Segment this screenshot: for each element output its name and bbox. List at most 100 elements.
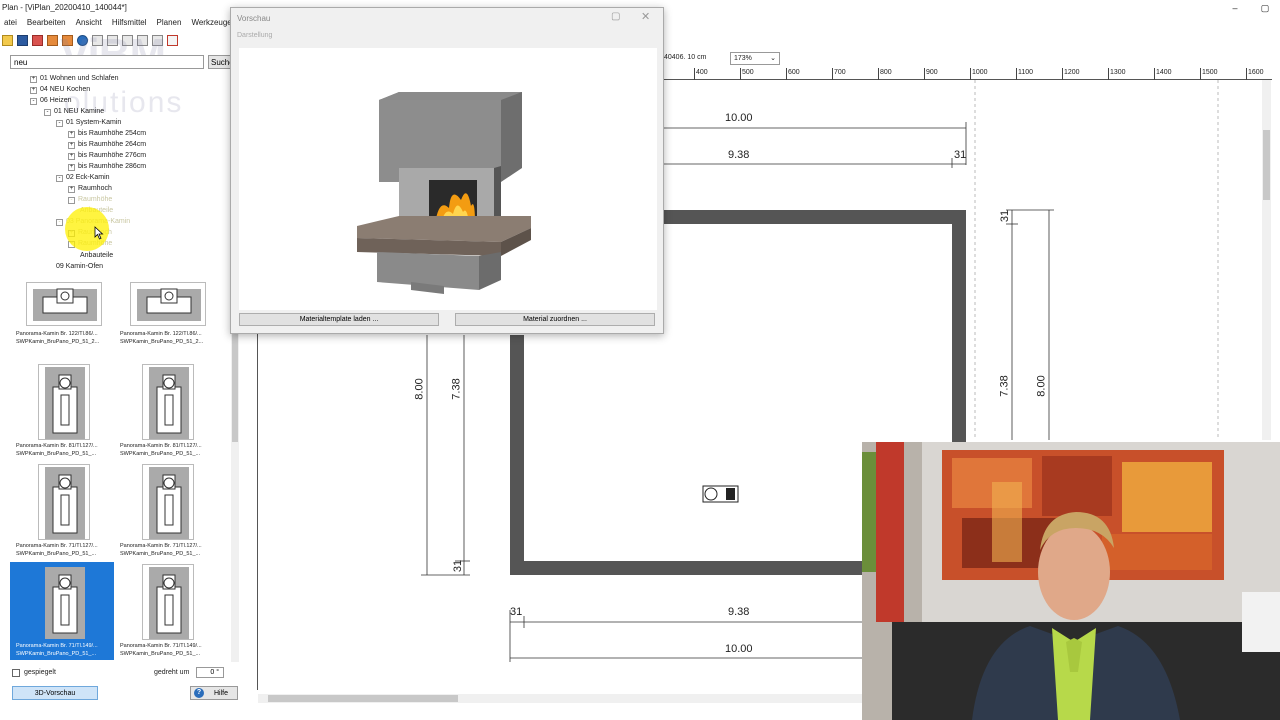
tree-item[interactable]: 09 Kamin-Ofen [56, 262, 103, 272]
webcam-overlay [862, 442, 1280, 720]
ruler-tick [1062, 68, 1063, 80]
ruler-label: 800 [880, 69, 892, 76]
ruler-tick [970, 68, 971, 80]
rotation-input[interactable] [196, 667, 224, 678]
library-item[interactable]: Panorama-Kamin Br. 81/Tl.127/... SWPKamin… [114, 362, 218, 460]
ruler-tick [832, 68, 833, 80]
library-item[interactable]: Panorama-Kamin Br. 71/Tl.127/... SWPKamin… [10, 462, 114, 560]
dim-bottom-outer: 10.00 [725, 643, 753, 655]
tree-item[interactable]: +04 NEU Kochen [30, 85, 90, 95]
dim-top-right: 31 [954, 149, 967, 161]
library-item[interactable]: Panorama-Kamin Br. 122/Tl.86/... SWPKamin… [114, 282, 218, 370]
collapse-icon[interactable]: - [56, 218, 63, 226]
tree-item[interactable]: +Raumhoch [68, 184, 112, 194]
ruler-tick [1016, 68, 1017, 80]
fireplace-thumbnail [38, 464, 90, 540]
maximize-button[interactable]: ▢ [1250, 0, 1280, 16]
scrollbar-thumb[interactable] [268, 695, 458, 702]
expand-icon[interactable]: + [30, 75, 37, 83]
tree-item[interactable]: Anbauteile [80, 251, 113, 261]
menu-view[interactable]: Ansicht [72, 16, 108, 30]
tree-item[interactable]: -02 Eck-Kamin [56, 173, 110, 183]
load-material-template-button[interactable]: Materialtemplate laden ... [239, 313, 439, 326]
ruler-tick [786, 68, 787, 80]
vertical-scrollbar[interactable] [1262, 80, 1271, 440]
horizontal-scrollbar[interactable] [258, 694, 862, 703]
search-input[interactable] [10, 55, 204, 69]
undo-icon[interactable] [47, 34, 58, 46]
roof-icon[interactable] [167, 34, 178, 46]
tree-item-label: Raumhoch [78, 185, 112, 192]
ruler-tick [1154, 68, 1155, 80]
expand-icon[interactable]: + [68, 130, 75, 138]
dim-left-outer: 8.00 [413, 378, 426, 400]
tree-item-label: 04 NEU Kochen [40, 86, 91, 93]
ruler-label: 700 [834, 69, 846, 76]
assign-material-button[interactable]: Material zuordnen ... [455, 313, 655, 326]
open-folder-icon[interactable] [2, 34, 13, 46]
3d-preview-button[interactable]: 3D-Vorschau [12, 686, 98, 700]
library-item-filename: SWPKamin_BruPano_PD_51_2... [16, 339, 100, 345]
collapse-icon[interactable]: - [68, 196, 75, 204]
save-icon[interactable] [17, 34, 28, 46]
menu-plan[interactable]: Planen [153, 16, 188, 30]
library-item[interactable]: Panorama-Kamin Br. 71/Tl.149/... SWPKamin… [114, 562, 218, 660]
fireplace-thumbnail [38, 564, 90, 640]
ruler-tick [878, 68, 879, 80]
tree-item-label: 01 NEU Kamine [54, 108, 105, 115]
expand-icon[interactable]: + [68, 152, 75, 160]
ruler-label: 1500 [1202, 69, 1218, 76]
thumbnail-scrollbar[interactable] [231, 282, 239, 662]
expand-icon[interactable]: + [30, 86, 37, 94]
fireplace-thumbnail [142, 464, 194, 540]
scrollbar-thumb[interactable] [1263, 130, 1270, 200]
tree-item[interactable]: - Raumhöhe [68, 195, 112, 205]
maximize-icon[interactable]: ▢ [611, 11, 620, 22]
library-item-caption: Panorama-Kamin Br. 81/Tl.127/... [120, 443, 202, 449]
tree-item-label: 09 Kamin-Ofen [56, 263, 104, 270]
collapse-icon[interactable]: - [56, 174, 63, 182]
mouse-cursor-icon [94, 226, 104, 240]
ruler-label: 500 [742, 69, 754, 76]
tree-item[interactable]: -01 System-Kamin [56, 118, 121, 128]
menu-tools-aids[interactable]: Hilfsmittel [108, 16, 153, 30]
tree-item-label: Raumhöhe [78, 196, 113, 203]
3d-preview-canvas[interactable] [239, 48, 657, 310]
expand-icon[interactable]: + [68, 141, 75, 149]
close-icon[interactable]: ✕ [641, 10, 650, 23]
tree-item-label: bis Raumhöhe 254cm [78, 130, 147, 137]
tree-item[interactable]: -06 Heizen [30, 96, 72, 106]
tree-item-label: Anbauteile [80, 252, 114, 259]
zoom-select[interactable]: 173% ⌄ [730, 52, 780, 65]
tree-item[interactable]: + bis Raumhöhe 276cm [68, 151, 146, 161]
collapse-icon[interactable]: - [44, 108, 51, 116]
search-row: Suche [10, 55, 236, 69]
collapse-icon[interactable]: - [56, 119, 63, 127]
tree-item[interactable]: -01 NEU Kamine [44, 107, 104, 117]
library-item[interactable]: Panorama-Kamin Br. 71/Tl.127/... SWPKamin… [114, 462, 218, 560]
collapse-icon[interactable]: - [30, 97, 37, 105]
dialog-subtitle: Darstellung [237, 32, 273, 39]
mirrored-checkbox[interactable] [12, 669, 20, 677]
library-item[interactable]: Panorama-Kamin Br. 71/Tl.149/... SWPKamin… [10, 562, 114, 660]
menu-edit[interactable]: Bearbeiten [23, 16, 72, 30]
ruler-tick [1246, 68, 1247, 80]
dim-bottom-inner: 9.38 [728, 606, 750, 618]
print-icon[interactable] [32, 34, 43, 46]
expand-icon[interactable]: + [68, 185, 75, 193]
window-title: Plan - [ViPlan_20200410_140044*] [2, 3, 127, 12]
expand-icon[interactable]: + [68, 163, 75, 171]
chevron-down-icon: ⌄ [770, 55, 776, 62]
tree-item[interactable]: + bis Raumhöhe 254cm [68, 129, 146, 139]
ruler-label: 1400 [1156, 69, 1172, 76]
tree-item[interactable]: + bis Raumhöhe 264cm [68, 140, 146, 150]
minimize-button[interactable]: – [1220, 0, 1250, 16]
thumbnail-grid: Panorama-Kamin Br. 122/Tl.86/... SWPKamin… [10, 282, 230, 662]
ruler-label: 1100 [1018, 69, 1034, 76]
tree-item[interactable]: +01 Wohnen und Schlafen [30, 74, 119, 84]
library-item[interactable]: Panorama-Kamin Br. 122/Tl.86/... SWPKamin… [10, 282, 114, 370]
fireplace-symbol[interactable] [702, 485, 739, 503]
tree-item[interactable]: + bis Raumhöhe 286cm [68, 162, 146, 172]
library-item[interactable]: Panorama-Kamin Br. 81/Tl.127/... SWPKamin… [10, 362, 114, 460]
menu-file[interactable]: atei [0, 16, 23, 30]
